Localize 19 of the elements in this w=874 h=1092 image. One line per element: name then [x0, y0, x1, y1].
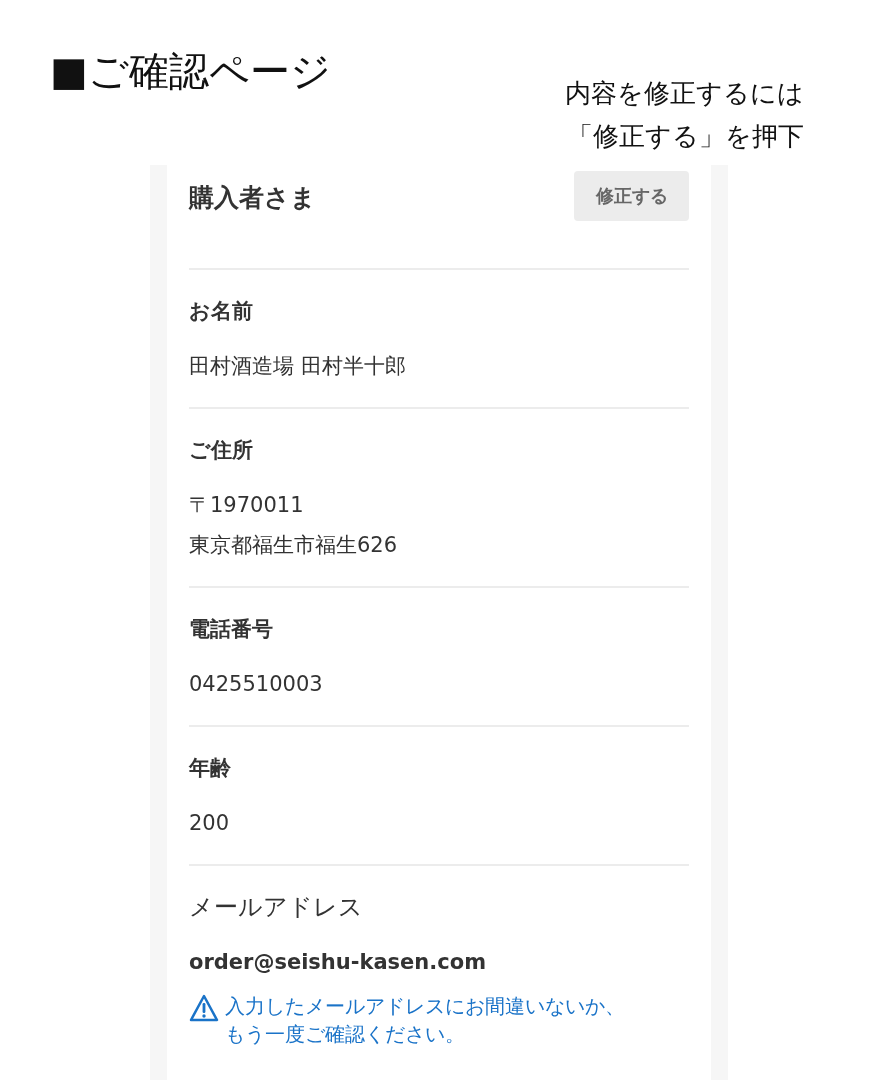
field-value: 田村酒造場 田村半十郎 [189, 353, 407, 380]
edit-button[interactable]: 修正する [574, 171, 689, 221]
field-label: メールアドレス [189, 892, 364, 922]
warning-icon [189, 994, 219, 1022]
field-label: お名前 [189, 298, 254, 325]
field-value: 東京都福生市福生626 [189, 532, 399, 559]
field-label: 年齢 [189, 755, 232, 782]
field-label: ご住所 [189, 437, 254, 464]
instruction-note: 「修正する」を押下 [566, 120, 804, 153]
field-value: 0425510003 [189, 671, 324, 698]
notice-text: 入力したメールアドレスにお間違いないか、 [225, 993, 625, 1020]
field-value: 〒1970011 [189, 492, 305, 519]
instruction-note: 内容を修正するには [565, 77, 804, 110]
notice-text: もう一度ご確認ください。 [225, 1021, 466, 1048]
field-label: 電話番号 [189, 616, 274, 643]
field-value: order@seishu-kasen.com [189, 949, 488, 976]
field-value: 200 [189, 810, 231, 837]
page-title: ■ご確認ページ [50, 47, 331, 96]
section-title: 購入者さま [189, 182, 316, 214]
